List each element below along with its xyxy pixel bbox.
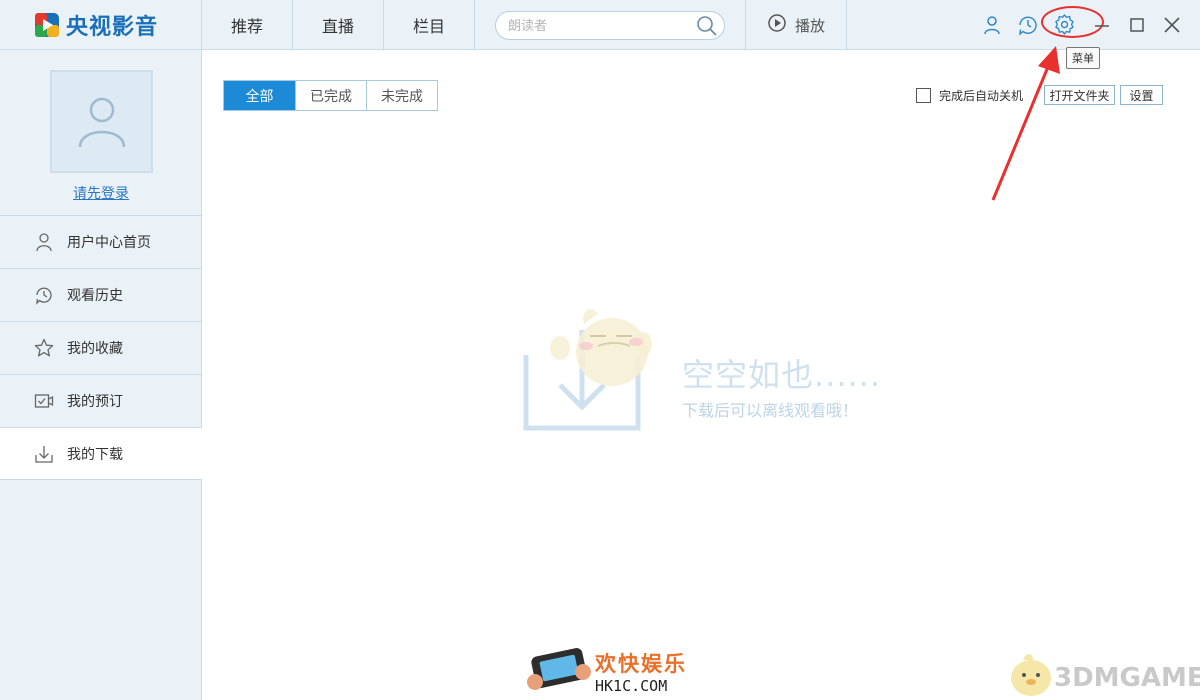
auto-shutdown-label: 完成后自动关机 — [939, 89, 1024, 103]
sidebar: 请先登录 用户中心首页 观看历史 我的收藏 我的预订 我的下载 — [0, 50, 202, 700]
empty-state-illustration — [523, 309, 652, 431]
settings-button[interactable]: 设置 — [1120, 85, 1163, 105]
search-box — [495, 11, 725, 40]
history-icon — [34, 285, 54, 305]
history-icon[interactable] — [1017, 14, 1039, 36]
star-icon — [34, 338, 54, 358]
tab-live[interactable]: 直播 — [292, 0, 383, 50]
close-icon[interactable] — [1161, 14, 1183, 36]
sidebar-item-downloads[interactable]: 我的下载 — [0, 427, 202, 480]
avatar[interactable] — [50, 70, 153, 173]
filter-tab-all[interactable]: 全部 — [224, 81, 295, 110]
sidebar-item-label: 我的预订 — [67, 394, 123, 410]
empty-state-title: 空空如也...... — [682, 356, 882, 394]
sidebar-item-label: 观看历史 — [67, 288, 123, 304]
logo-icon — [34, 12, 60, 38]
watermark-left-cn: 欢快娱乐 — [595, 652, 687, 676]
filter-tabs: 全部 已完成 未完成 — [223, 80, 438, 111]
play-button[interactable]: 播放 — [745, 0, 847, 50]
play-icon — [767, 13, 787, 37]
open-folder-button[interactable]: 打开文件夹 — [1044, 85, 1115, 105]
play-label: 播放 — [794, 16, 825, 35]
user-icon[interactable] — [981, 14, 1003, 36]
sidebar-item-label: 用户中心首页 — [67, 235, 151, 251]
watermark-right: 3DMGAME — [1054, 663, 1200, 693]
search-input[interactable] — [508, 17, 688, 35]
sidebar-item-favorites[interactable]: 我的收藏 — [0, 321, 201, 374]
reservation-icon — [34, 391, 54, 411]
sidebar-item-label: 我的下载 — [67, 446, 123, 463]
download-icon — [34, 444, 54, 464]
user-icon — [34, 232, 54, 252]
sidebar-item-user-center[interactable]: 用户中心首页 — [0, 215, 201, 268]
empty-state-subtitle: 下载后可以离线观看哦！ — [682, 401, 859, 420]
app-title: 央视影音 — [66, 15, 159, 40]
menu-tooltip: 菜单 — [1066, 47, 1100, 69]
login-link[interactable]: 请先登录 — [0, 183, 202, 203]
sidebar-item-reservations[interactable]: 我的预订 — [0, 374, 201, 427]
sidebar-item-label: 我的收藏 — [67, 341, 123, 357]
app-logo: 央视影音 — [34, 10, 158, 40]
sidebar-item-history[interactable]: 观看历史 — [0, 268, 201, 321]
auto-shutdown-checkbox[interactable] — [916, 88, 931, 103]
tab-columns[interactable]: 栏目 — [383, 0, 475, 50]
filter-tab-incomplete[interactable]: 未完成 — [366, 81, 437, 110]
avatar-placeholder-icon — [78, 97, 125, 147]
filter-tab-completed[interactable]: 已完成 — [295, 81, 366, 110]
maximize-icon[interactable] — [1126, 14, 1148, 36]
search-icon[interactable] — [696, 15, 718, 37]
watermark-left-en: HK1C.COM — [595, 677, 668, 695]
tab-recommend[interactable]: 推荐 — [201, 0, 292, 50]
mascot-logo-icon — [1011, 654, 1051, 696]
annotation-arrow — [991, 46, 1060, 201]
gamepad-logo-icon — [527, 648, 591, 690]
minimize-icon[interactable] — [1091, 14, 1113, 36]
auto-shutdown-option: 完成后自动关机 — [916, 87, 1023, 104]
